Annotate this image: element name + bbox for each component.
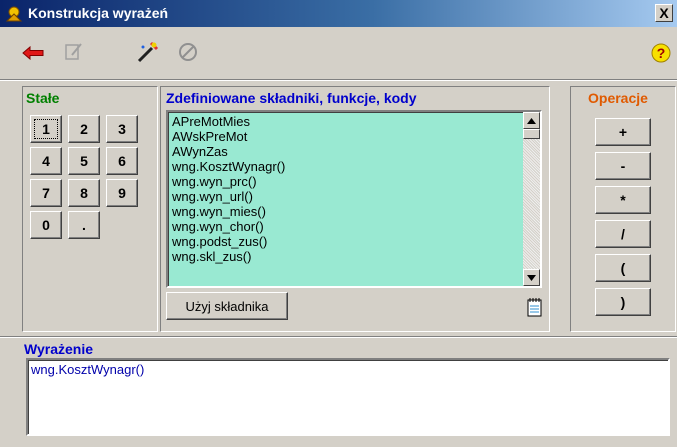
title-bar: Konstrukcja wyrażeń X — [0, 0, 677, 27]
eraser-wand-icon[interactable] — [135, 39, 161, 65]
cancel-icon[interactable] — [175, 39, 201, 65]
operator-button[interactable]: ( — [595, 254, 651, 282]
scroll-up-button[interactable] — [523, 112, 540, 129]
expression-value: wng.KosztWynagr() — [31, 362, 145, 377]
key-button[interactable]: 2 — [68, 115, 100, 143]
scroll-down-button[interactable] — [523, 269, 540, 286]
app-icon — [5, 6, 23, 22]
constants-heading: Stałe — [26, 90, 60, 106]
components-heading: Zdefiniowane składniki, funkcje, kody — [166, 90, 417, 106]
operations-heading: Operacje — [588, 90, 648, 106]
toolbar: ? — [0, 27, 677, 79]
notepad-icon[interactable] — [527, 297, 543, 317]
components-items: APreMotMies AWskPreMot AWynZas wng.KosztWyn… — [172, 114, 522, 264]
operator-button[interactable]: * — [595, 186, 651, 214]
list-item[interactable]: AWskPreMot — [172, 129, 522, 144]
expression-textarea[interactable]: wng.KosztWynagr() — [26, 358, 670, 436]
operator-button[interactable]: + — [595, 118, 651, 146]
help-mark: ? — [657, 45, 666, 61]
scroll-thumb[interactable] — [523, 129, 540, 139]
key-button[interactable]: 1 — [30, 115, 62, 143]
disabled-pen-icon[interactable] — [60, 39, 86, 65]
list-item[interactable]: wng.wyn_mies() — [172, 204, 522, 219]
list-item[interactable]: AWynZas — [172, 144, 522, 159]
key-button[interactable]: 6 — [106, 147, 138, 175]
list-scrollbar[interactable] — [523, 112, 540, 286]
arrow-up-icon — [527, 117, 536, 124]
key-button[interactable]: 4 — [30, 147, 62, 175]
toolbar-separator — [0, 79, 677, 81]
operator-button[interactable]: ) — [595, 288, 651, 316]
close-button[interactable]: X — [655, 4, 673, 22]
arrow-down-icon — [527, 274, 536, 281]
back-arrow-icon[interactable] — [20, 40, 46, 66]
operator-button[interactable]: / — [595, 220, 651, 248]
key-button[interactable]: 5 — [68, 147, 100, 175]
list-item[interactable]: wng.podst_zus() — [172, 234, 522, 249]
list-item[interactable]: wng.skl_zus() — [172, 249, 522, 264]
key-button[interactable]: 0 — [30, 211, 62, 239]
operator-button[interactable]: - — [595, 152, 651, 180]
list-item[interactable]: wng.KosztWynagr() — [172, 159, 522, 174]
key-button[interactable]: 7 — [30, 179, 62, 207]
key-button[interactable]: . — [68, 211, 100, 239]
list-item[interactable]: wng.wyn_chor() — [172, 219, 522, 234]
key-button[interactable]: 3 — [106, 115, 138, 143]
components-list[interactable]: APreMotMies AWskPreMot AWynZas wng.KosztWyn… — [166, 110, 542, 288]
expression-heading: Wyrażenie — [24, 341, 93, 357]
key-button[interactable]: 8 — [68, 179, 100, 207]
list-item[interactable]: wng.wyn_url() — [172, 189, 522, 204]
help-icon[interactable]: ? — [648, 40, 674, 66]
list-item[interactable]: APreMotMies — [172, 114, 522, 129]
use-component-button[interactable]: Użyj składnika — [166, 292, 288, 320]
window-title: Konstrukcja wyrażeń — [28, 5, 169, 21]
list-item[interactable]: wng.wyn_prc() — [172, 174, 522, 189]
key-button[interactable]: 9 — [106, 179, 138, 207]
expression-separator — [0, 336, 677, 338]
